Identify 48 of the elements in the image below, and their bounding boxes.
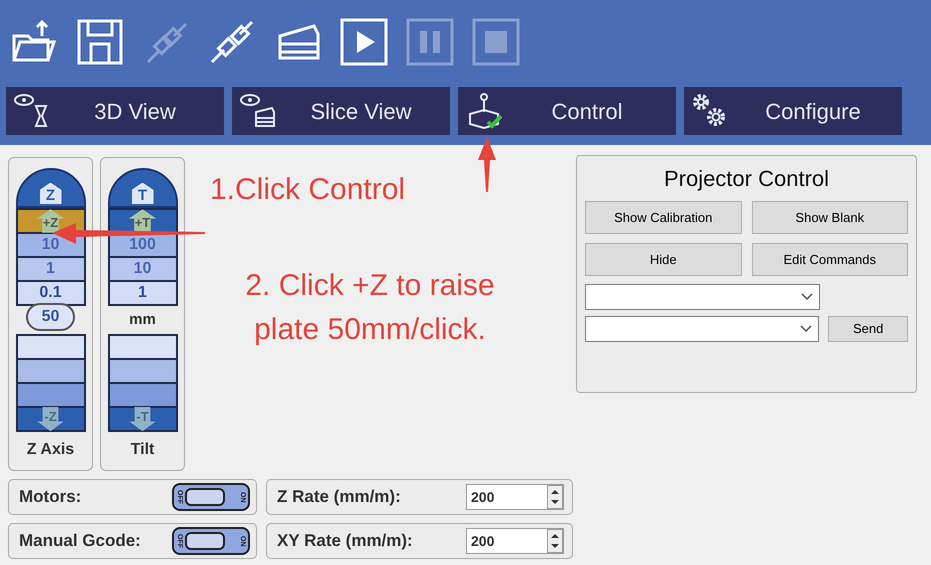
tab[interactable]: 3D View xyxy=(6,87,224,135)
axis-title: Z Axis xyxy=(26,440,74,460)
step-button[interactable] xyxy=(110,334,176,358)
unit-label: mm xyxy=(129,310,156,330)
setting-label: Z Rate (mm/m): xyxy=(277,486,402,508)
send-button[interactable]: Send xyxy=(828,316,908,342)
projector-button[interactable]: Hide xyxy=(585,243,742,276)
number-field[interactable]: 200 xyxy=(466,528,564,554)
step-size-value: 50 xyxy=(26,303,76,331)
tab[interactable]: Configure xyxy=(684,87,902,135)
pause-icon xyxy=(404,16,456,68)
stop-icon xyxy=(470,16,522,68)
step-button[interactable] xyxy=(110,382,176,406)
jog-up-button[interactable]: +T xyxy=(110,208,176,232)
step-button[interactable] xyxy=(110,358,176,382)
step-button[interactable]: 1 xyxy=(110,280,176,304)
annotation-text: 2. Click +Z to raise plate 50mm/click. xyxy=(244,268,496,348)
eye-icon xyxy=(238,92,278,130)
tab[interactable]: Control xyxy=(458,87,676,135)
step-button[interactable] xyxy=(18,334,84,358)
home-button[interactable]: Z xyxy=(16,168,86,208)
spinner-arrows-icon[interactable] xyxy=(547,529,563,553)
tab[interactable]: Slice View xyxy=(232,87,450,135)
annotation-arrow xyxy=(478,137,496,192)
projector-button[interactable]: Show Blank xyxy=(752,201,908,234)
chevron-down-icon xyxy=(801,293,813,301)
home-button[interactable]: T xyxy=(108,168,178,208)
jog-up-button[interactable]: +Z xyxy=(18,208,84,232)
dropdown-field[interactable] xyxy=(585,316,820,342)
step-button[interactable]: 0.1 xyxy=(18,280,84,304)
switch-knob xyxy=(185,532,225,550)
projector-button[interactable]: Edit Commands xyxy=(752,243,908,276)
step-button[interactable] xyxy=(18,358,84,382)
chevron-down-icon xyxy=(800,325,812,333)
axis-title: Tilt xyxy=(130,440,154,460)
switch-knob xyxy=(185,488,225,506)
spinner-arrows-icon[interactable] xyxy=(547,485,563,509)
annotation-text: 1.Click Control xyxy=(210,172,406,208)
setting-label: XY Rate (mm/m): xyxy=(277,530,414,552)
step-button[interactable] xyxy=(18,382,84,406)
setting-label: Motors: xyxy=(19,486,82,508)
setting-label: Manual Gcode: xyxy=(19,530,142,552)
number-field[interactable]: 200 xyxy=(466,484,564,510)
play-icon xyxy=(338,16,390,68)
toolbar-button[interactable] xyxy=(338,16,390,68)
panel-title: Projector Control xyxy=(662,165,830,193)
projector-button[interactable]: Show Calibration xyxy=(585,201,742,234)
dropdown-field[interactable] xyxy=(585,284,820,310)
